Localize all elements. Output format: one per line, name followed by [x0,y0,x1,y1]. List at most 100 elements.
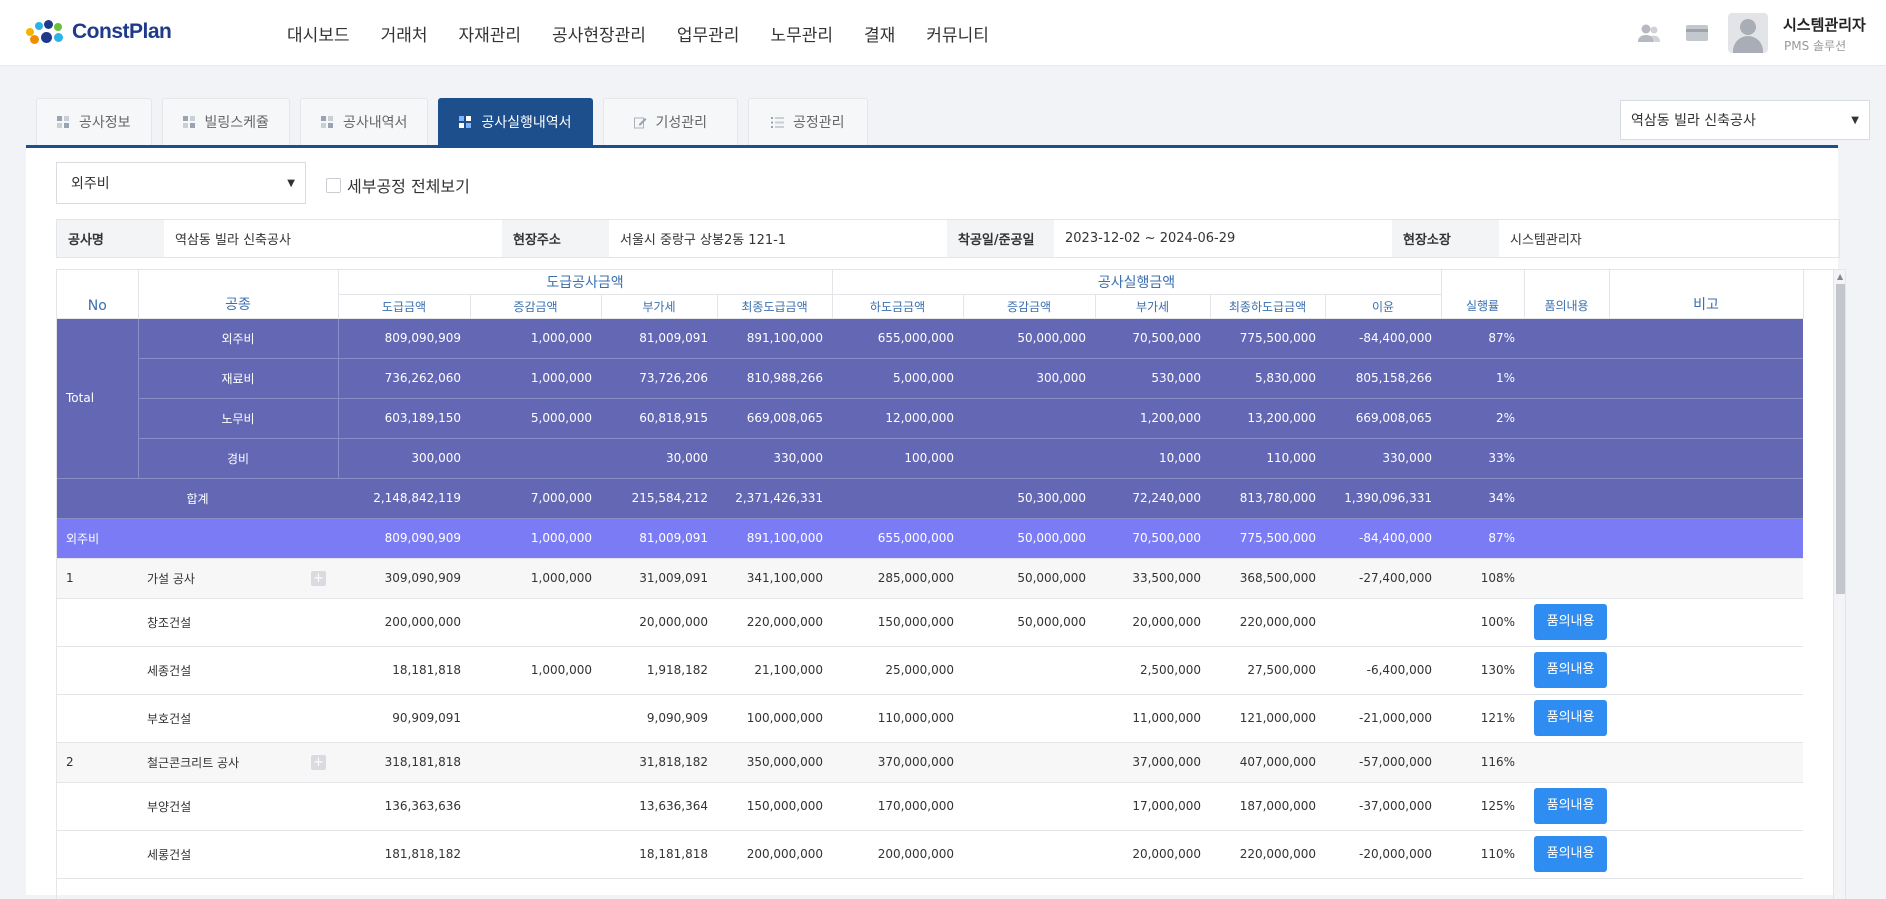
nav-sites[interactable]: 공사현장관리 [552,21,646,46]
amount-cell [470,694,601,743]
nav-labor[interactable]: 노무관리 [770,21,833,46]
category-select[interactable]: 외주비 ▼ [56,162,306,204]
subcontractor-row[interactable]: 부호건설 90,909,091 9,090,909 100,000,000 110,00… [57,694,1804,743]
brand-logo[interactable]: ConstPlan [26,20,172,44]
rate-cell: 34% [1441,478,1525,519]
grid-icon [459,115,472,129]
subcontractor-row[interactable]: 세종건설 18,181,818 1,000,000 1,918,182 21,100,0… [57,646,1804,695]
group-row[interactable]: 1 가설 공사 +309,090,909 1,000,000 31,009,091 341… [57,558,1804,599]
amount-cell: 20,000,000 [1095,830,1211,879]
approval-detail-button[interactable]: 품의내용 [1534,788,1608,824]
amount-cell [470,742,601,783]
approval-cell [1524,318,1610,359]
amount-cell: 669,008,065 [1325,398,1442,439]
remark-cell [1609,478,1804,519]
approval-cell [1524,358,1610,399]
amount-cell: 150,000,000 [717,782,833,831]
amount-cell: 200,000,000 [338,598,470,647]
nav-community[interactable]: 커뮤니티 [926,21,989,46]
tab-billing-schedule[interactable]: 빌링스케쥴 [161,98,290,145]
nav-dashboard[interactable]: 대시보드 [287,21,350,46]
tab-schedule-management[interactable]: 공정관리 [748,98,868,145]
user-name[interactable]: 시스템관리자 [1783,14,1866,35]
nav-approval[interactable]: 결재 [864,21,895,46]
info-period: 2023-12-02 ~ 2024-06-29 [1065,231,1236,246]
remark-cell [1609,830,1804,879]
checkbox[interactable] [326,177,341,193]
approval-cell: 품의내용 [1524,646,1610,695]
scroll-thumb[interactable] [1836,284,1845,594]
nav-tasks[interactable]: 업무관리 [677,21,740,46]
category-select-value: 외주비 [71,176,110,192]
show-all-subprocess-toggle[interactable]: 세부공정 전체보기 [326,173,470,197]
amount-cell: 50,000,000 [963,558,1096,599]
rate-cell: 125% [1441,782,1525,831]
tab-construction-details[interactable]: 공사내역서 [299,98,429,145]
amount-cell: 72,240,000 [1095,478,1211,519]
subcontractor-name-cell: 부양건설 [138,782,338,831]
amount-cell: 50,000,000 [963,518,1096,559]
col-sub-final: 최종하도급금액 [1210,294,1326,319]
card-icon[interactable] [1685,22,1709,44]
approval-detail-button[interactable]: 품의내용 [1534,652,1608,688]
subcontractor-name-cell: 창조건설 [138,598,338,647]
approval-detail-button[interactable]: 품의내용 [1534,604,1608,640]
row-no [57,694,138,743]
tab-execution-details[interactable]: 공사실행내역서 [438,98,593,145]
approval-detail-button[interactable]: 품의내용 [1534,836,1608,872]
amount-cell: 50,300,000 [963,478,1096,519]
project-select[interactable]: 역삼동 빌라 신축공사 ▼ [1620,100,1870,140]
amount-cell: -84,400,000 [1325,518,1442,559]
caret-down-icon: ▼ [287,177,295,189]
amount-cell: 90,909,091 [338,694,470,743]
amount-cell: 200,000,000 [717,830,833,879]
tab-construction-info[interactable]: 공사정보 [36,98,152,145]
remark-cell [1609,646,1804,695]
nav-clients[interactable]: 거래처 [381,21,428,46]
subcontractor-row[interactable]: 세롱건설 181,818,182 18,181,818 200,000,000 200,… [57,830,1804,879]
expand-plus-icon[interactable]: + [311,754,326,770]
remark-cell [1609,782,1804,831]
scroll-up-icon[interactable]: ▲ [1837,272,1843,281]
subcontractor-row[interactable]: 부양건설 136,363,636 13,636,364 150,000,000 170,… [57,782,1804,831]
info-address: 서울시 중랑구 상봉2동 121-1 [620,233,787,248]
amount-cell: 150,000,000 [832,598,964,647]
tab-progress-payment[interactable]: 기성관리 [602,98,739,145]
amount-cell: 70,500,000 [1095,318,1211,359]
amount-cell: 181,818,182 [338,830,470,879]
approval-detail-button[interactable]: 품의내용 [1534,700,1608,736]
rate-cell: 100% [1441,598,1525,647]
total-category-name: 경비 [138,438,339,479]
category-row[interactable]: 외주비 809,090,909 1,000,000 81,009,091 891,100… [57,518,1804,559]
amount-cell: 2,148,842,119 [338,478,470,519]
col-remark: 비고 [1609,270,1804,319]
vertical-scrollbar[interactable]: ▲ [1833,270,1845,899]
col-group-contract: 도급공사금액 [338,270,833,295]
approval-cell: 품의내용 [1524,830,1610,879]
expand-plus-icon[interactable]: + [311,570,326,586]
tab-label: 공정관리 [793,115,845,131]
remark-cell [1609,358,1804,399]
amount-cell: 50,000,000 [963,598,1096,647]
avatar[interactable] [1728,13,1768,53]
amount-cell: 813,780,000 [1210,478,1326,519]
subcontractor-row[interactable]: 창조건설 200,000,000 20,000,000 220,000,000 150,… [57,598,1804,647]
approval-cell [1524,518,1610,559]
amount-cell: 73,726,206 [601,358,717,399]
nav-materials[interactable]: 자재관리 [458,21,521,46]
amount-cell: 200,000,000 [832,830,964,879]
amount-cell: 20,000,000 [1095,598,1211,647]
users-icon[interactable] [1637,22,1661,44]
amount-cell: 81,009,091 [601,318,717,359]
amount-cell: 318,181,818 [338,742,470,783]
rate-cell: 130% [1441,646,1525,695]
group-row[interactable]: 2 철근콘크리트 공사 +318,181,818 31,818,182 350,000,… [57,742,1804,783]
subcontractor-name: 부호건설 [147,711,192,726]
amount-cell: 655,000,000 [832,518,964,559]
group-name-cell: 철근콘크리트 공사 + [138,742,338,783]
amount-cell: 1,200,000 [1095,398,1211,439]
amount-cell: 187,000,000 [1210,782,1326,831]
total-category-name: 외주비 [138,318,339,359]
amount-cell: 5,000,000 [832,358,964,399]
amount-cell: 330,000 [717,438,833,479]
